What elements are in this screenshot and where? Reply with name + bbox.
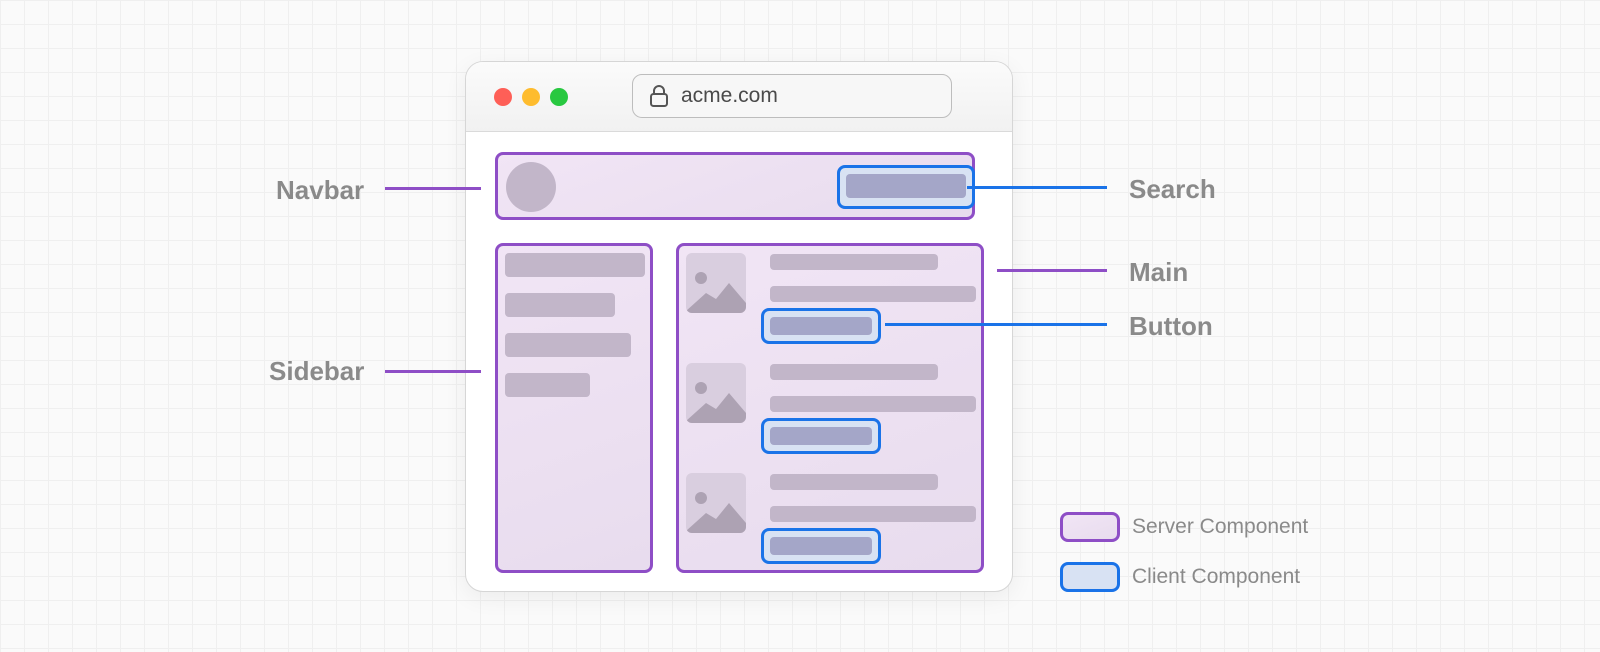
content-line-placeholder	[770, 254, 938, 270]
image-placeholder-icon	[686, 253, 746, 313]
button-label-placeholder	[770, 317, 872, 335]
navbar-component	[495, 152, 975, 220]
maximize-window-dot[interactable]	[550, 88, 568, 106]
content-line-placeholder	[770, 286, 976, 302]
sidebar-component	[495, 243, 653, 573]
button-component[interactable]	[761, 528, 881, 564]
search-label: Search	[1129, 174, 1216, 204]
content-line-placeholder	[770, 474, 938, 490]
search-connector-line	[967, 186, 1107, 189]
address-bar[interactable]: acme.com	[632, 74, 952, 118]
search-field-placeholder	[846, 174, 966, 198]
client-component-swatch	[1060, 562, 1120, 592]
url-text: acme.com	[681, 84, 778, 107]
client-component-legend-label: Client Component	[1132, 565, 1301, 588]
content-line-placeholder	[770, 396, 976, 412]
button-component[interactable]	[761, 418, 881, 454]
navbar-logo-placeholder	[506, 162, 556, 212]
main-connector-line	[997, 269, 1107, 272]
image-placeholder-icon	[686, 473, 746, 533]
sidebar-connector-line	[385, 370, 481, 373]
close-window-dot[interactable]	[494, 88, 512, 106]
navbar-label: Navbar	[276, 175, 365, 205]
content-line-placeholder	[770, 364, 938, 380]
minimize-window-dot[interactable]	[522, 88, 540, 106]
sidebar-label: Sidebar	[269, 356, 365, 386]
navbar-connector-line	[385, 187, 481, 190]
main-component	[676, 243, 984, 573]
button-component[interactable]	[761, 308, 881, 344]
search-component[interactable]	[837, 165, 975, 209]
button-label-placeholder	[770, 427, 872, 445]
sidebar-item-placeholder	[505, 333, 631, 357]
server-component-swatch	[1060, 512, 1120, 542]
button-label: Button	[1129, 311, 1213, 341]
server-component-legend-label: Server Component	[1132, 515, 1309, 538]
lock-icon	[650, 85, 668, 107]
sidebar-item-placeholder	[505, 373, 590, 397]
main-label: Main	[1129, 257, 1189, 287]
content-line-placeholder	[770, 506, 976, 522]
browser-window: acme.com	[465, 61, 1013, 592]
button-label-placeholder	[770, 537, 872, 555]
button-connector-line	[885, 323, 1107, 326]
sidebar-item-placeholder	[505, 253, 645, 277]
browser-titlebar: acme.com	[466, 62, 1012, 132]
sidebar-item-placeholder	[505, 293, 615, 317]
image-placeholder-icon	[686, 363, 746, 423]
